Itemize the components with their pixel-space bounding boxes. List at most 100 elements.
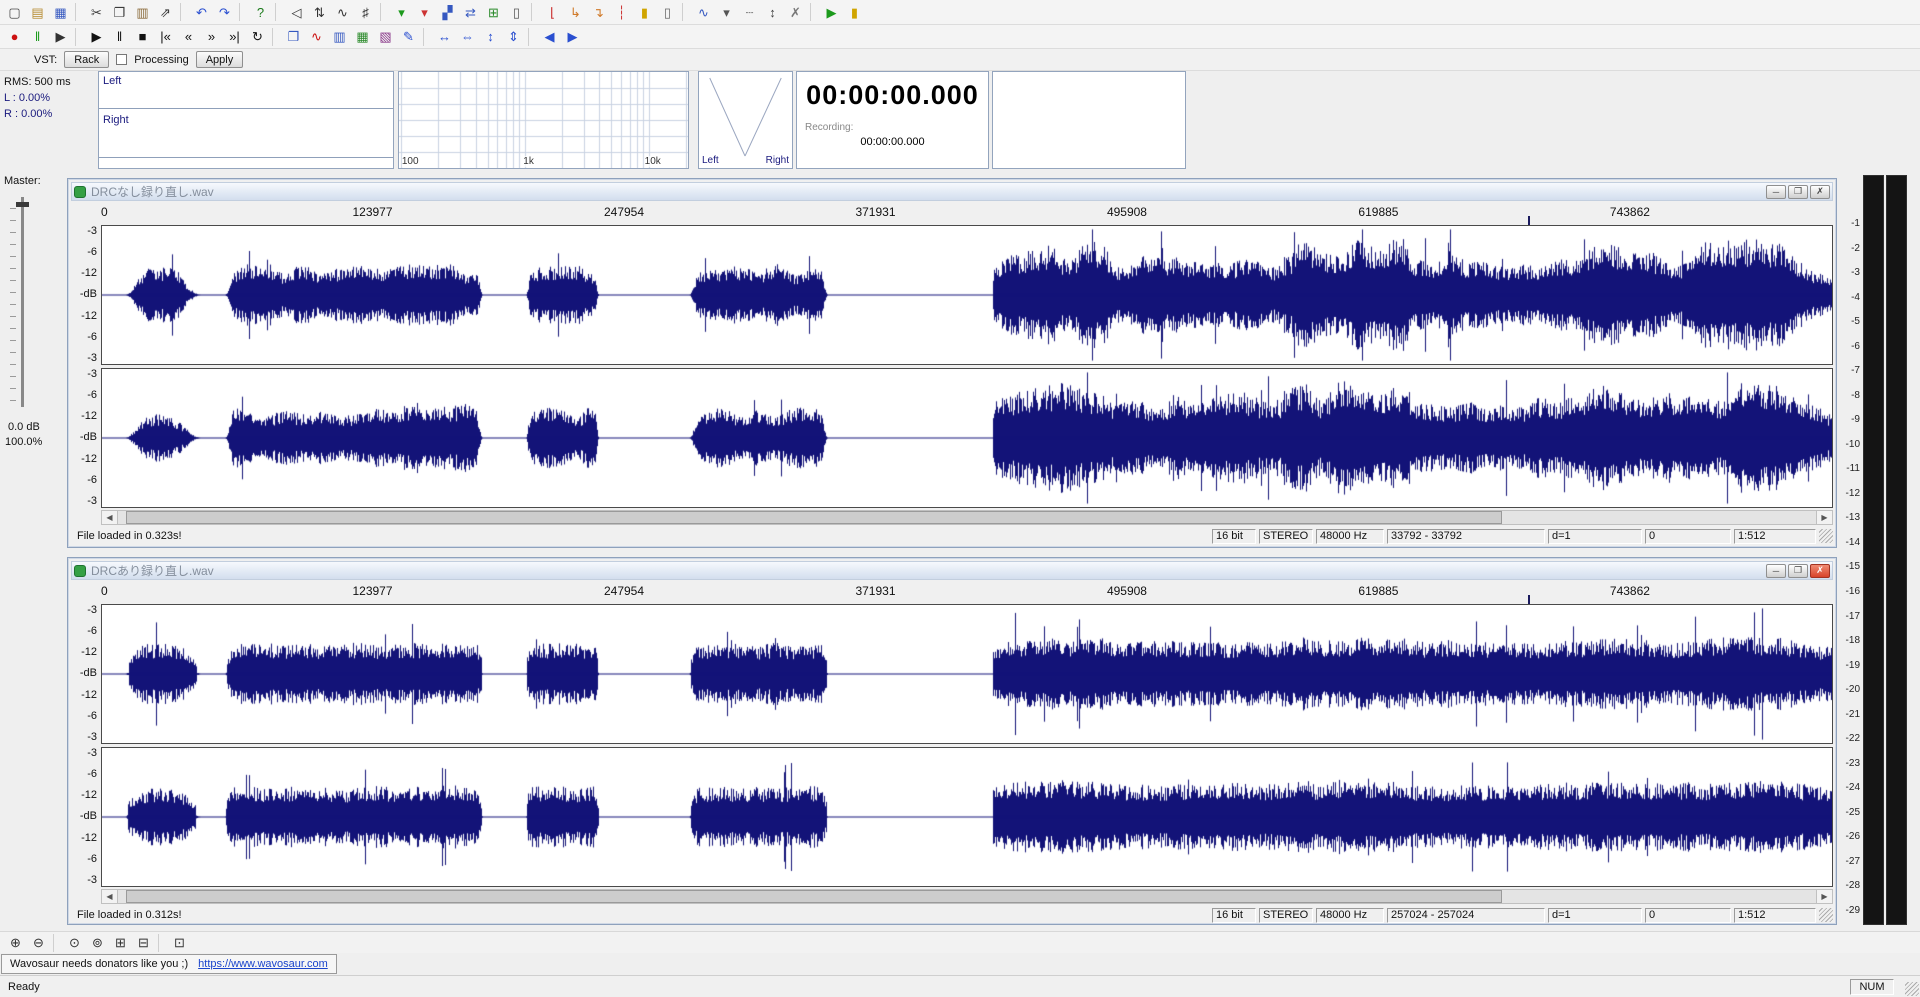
stop-icon[interactable]: ■ xyxy=(131,27,154,47)
resize-grip[interactable] xyxy=(1819,908,1833,922)
loop-icon[interactable]: ↻ xyxy=(246,27,269,47)
horizontal-scrollbar[interactable]: ◀ ▶ xyxy=(101,889,1833,904)
waveform-canvas[interactable] xyxy=(102,605,1832,743)
prev-view-icon[interactable]: ◀ xyxy=(538,27,561,47)
zoom-in-icon[interactable]: ⊕ xyxy=(4,933,27,953)
zoom-selection-icon[interactable]: ⊙ xyxy=(63,933,86,953)
donation-link[interactable]: https://www.wavosaur.com xyxy=(198,958,328,970)
zoom-out-icon[interactable]: ⊖ xyxy=(27,933,50,953)
scroll-thumb[interactable] xyxy=(126,511,1502,524)
sonogram-icon[interactable]: ▧ xyxy=(374,27,397,47)
scroll-track[interactable] xyxy=(118,511,1816,524)
window-titlebar[interactable]: DRCなし録り直し.wav ─ ❐ ✗ xyxy=(71,182,1833,201)
cue-next-icon[interactable]: ↴ xyxy=(587,2,610,22)
close-button[interactable]: ✗ xyxy=(1810,563,1830,578)
window-titlebar[interactable]: DRCあり録り直し.wav ─ ❐ ✗ xyxy=(71,561,1833,580)
go-end-icon[interactable]: »| xyxy=(223,27,246,47)
envelope-icon[interactable]: ∿ xyxy=(692,2,715,22)
cue-point-icon[interactable]: ⌊ xyxy=(541,2,564,22)
bin-icon[interactable]: ▯ xyxy=(505,2,528,22)
minimize-button[interactable]: ─ xyxy=(1766,563,1786,578)
help-icon[interactable]: ? xyxy=(249,2,272,22)
waveform-canvas[interactable] xyxy=(102,748,1832,886)
cue-prev-icon[interactable]: ↳ xyxy=(564,2,587,22)
zoom-v-out-icon[interactable]: ⇕ xyxy=(502,27,525,47)
record-icon[interactable]: ● xyxy=(3,27,26,47)
zoom-h-in-icon[interactable]: ↔ xyxy=(433,27,456,47)
marker-line-icon[interactable]: ┆ xyxy=(610,2,633,22)
maximize-button[interactable]: ❐ xyxy=(1788,184,1808,199)
statistics-icon[interactable]: ∿ xyxy=(305,27,328,47)
dropdown-icon[interactable]: ▾ xyxy=(715,2,738,22)
draw-icon[interactable]: ✎ xyxy=(397,27,420,47)
zoom-vertical-out-icon[interactable]: ⊟ xyxy=(132,933,155,953)
next-view-icon[interactable]: ▶ xyxy=(561,27,584,47)
vst-play-icon[interactable]: ▶ xyxy=(820,2,843,22)
waveform-canvas[interactable] xyxy=(102,369,1832,507)
zoom-h-out-icon[interactable]: ⇔ xyxy=(456,27,479,47)
scroll-track[interactable] xyxy=(118,890,1816,903)
waveform-right-channel[interactable] xyxy=(101,368,1833,508)
resample-icon[interactable]: ∿ xyxy=(331,2,354,22)
new-icon[interactable]: ▢ xyxy=(3,2,26,22)
timeline-ruler[interactable]: 0 123977 247954 371931 495908 619885 743862 xyxy=(101,201,1833,225)
copy-view-icon[interactable]: ❐ xyxy=(282,27,305,47)
zoom-reset-icon[interactable]: ⊡ xyxy=(168,933,191,953)
resize-grip[interactable] xyxy=(1819,529,1833,543)
close-button[interactable]: ✗ xyxy=(1810,184,1830,199)
waveform-right-channel[interactable] xyxy=(101,747,1833,887)
go-start-icon[interactable]: |« xyxy=(154,27,177,47)
zoom-v-in-icon[interactable]: ↕ xyxy=(479,27,502,47)
master-slider-track[interactable] xyxy=(16,197,29,407)
pause-icon[interactable]: ‖ xyxy=(108,27,131,47)
minimize-button[interactable]: ─ xyxy=(1766,184,1786,199)
pause-alt-icon[interactable]: ‖ xyxy=(26,27,49,47)
lock-icon[interactable]: ▮ xyxy=(633,2,656,22)
timeline-ruler[interactable]: 0 123977 247954 371931 495908 619885 743862 xyxy=(101,580,1833,604)
play-cursor-icon[interactable]: ▶ xyxy=(49,27,72,47)
scroll-thumb[interactable] xyxy=(126,890,1502,903)
volume-icon[interactable]: ◁ xyxy=(285,2,308,22)
channel-mix-icon[interactable]: ⇅ xyxy=(308,2,331,22)
dashes-icon[interactable]: ┄ xyxy=(738,2,761,22)
horizontal-scrollbar[interactable]: ◀ ▶ xyxy=(101,510,1833,525)
forward-icon[interactable]: » xyxy=(200,27,223,47)
marker-add-icon[interactable]: ▾ xyxy=(390,2,413,22)
processing-checkbox[interactable] xyxy=(116,54,128,65)
scroll-left-arrow[interactable]: ◀ xyxy=(102,890,118,903)
marker-delete-icon[interactable]: ▾ xyxy=(413,2,436,22)
copy-icon[interactable]: ❐ xyxy=(108,2,131,22)
trash-icon[interactable]: ▯ xyxy=(656,2,679,22)
paste-new-icon[interactable]: ⇗ xyxy=(154,2,177,22)
rewind-icon[interactable]: « xyxy=(177,27,200,47)
scroll-left-arrow[interactable]: ◀ xyxy=(102,511,118,524)
save-icon[interactable]: ▦ xyxy=(49,2,72,22)
waveform-left-channel[interactable] xyxy=(101,604,1833,744)
vst-rack-button[interactable]: Rack xyxy=(64,51,110,68)
clear-vst-icon[interactable]: ✗ xyxy=(784,2,807,22)
open-icon[interactable]: ▤ xyxy=(26,2,49,22)
grid-view-icon[interactable]: ▦ xyxy=(351,27,374,47)
paste-icon[interactable]: ▥ xyxy=(131,2,154,22)
region-icon[interactable]: ▞ xyxy=(436,2,459,22)
pitch-icon[interactable]: ♯ xyxy=(354,2,377,22)
window-resize-grip[interactable] xyxy=(1905,982,1919,996)
scroll-right-arrow[interactable]: ▶ xyxy=(1816,511,1832,524)
play-icon[interactable]: ▶ xyxy=(85,27,108,47)
apply-button[interactable]: Apply xyxy=(195,51,244,68)
lock2-icon[interactable]: ▮ xyxy=(843,2,866,22)
waveform-canvas[interactable] xyxy=(102,226,1832,364)
snap-grid-icon[interactable]: ⊞ xyxy=(482,2,505,22)
loop-selection-icon[interactable]: ⇄ xyxy=(459,2,482,22)
undo-icon[interactable]: ↶ xyxy=(190,2,213,22)
spectrum-view-icon[interactable]: ▥ xyxy=(328,27,351,47)
redo-icon[interactable]: ↷ xyxy=(213,2,236,22)
zoom-all-icon[interactable]: ⊚ xyxy=(86,933,109,953)
cut-icon[interactable]: ✂ xyxy=(85,2,108,22)
updown-icon[interactable]: ↕ xyxy=(761,2,784,22)
maximize-button[interactable]: ❐ xyxy=(1788,563,1808,578)
zoom-vertical-in-icon[interactable]: ⊞ xyxy=(109,933,132,953)
waveform-left-channel[interactable] xyxy=(101,225,1833,365)
scroll-right-arrow[interactable]: ▶ xyxy=(1816,890,1832,903)
master-slider-handle[interactable] xyxy=(16,202,29,207)
